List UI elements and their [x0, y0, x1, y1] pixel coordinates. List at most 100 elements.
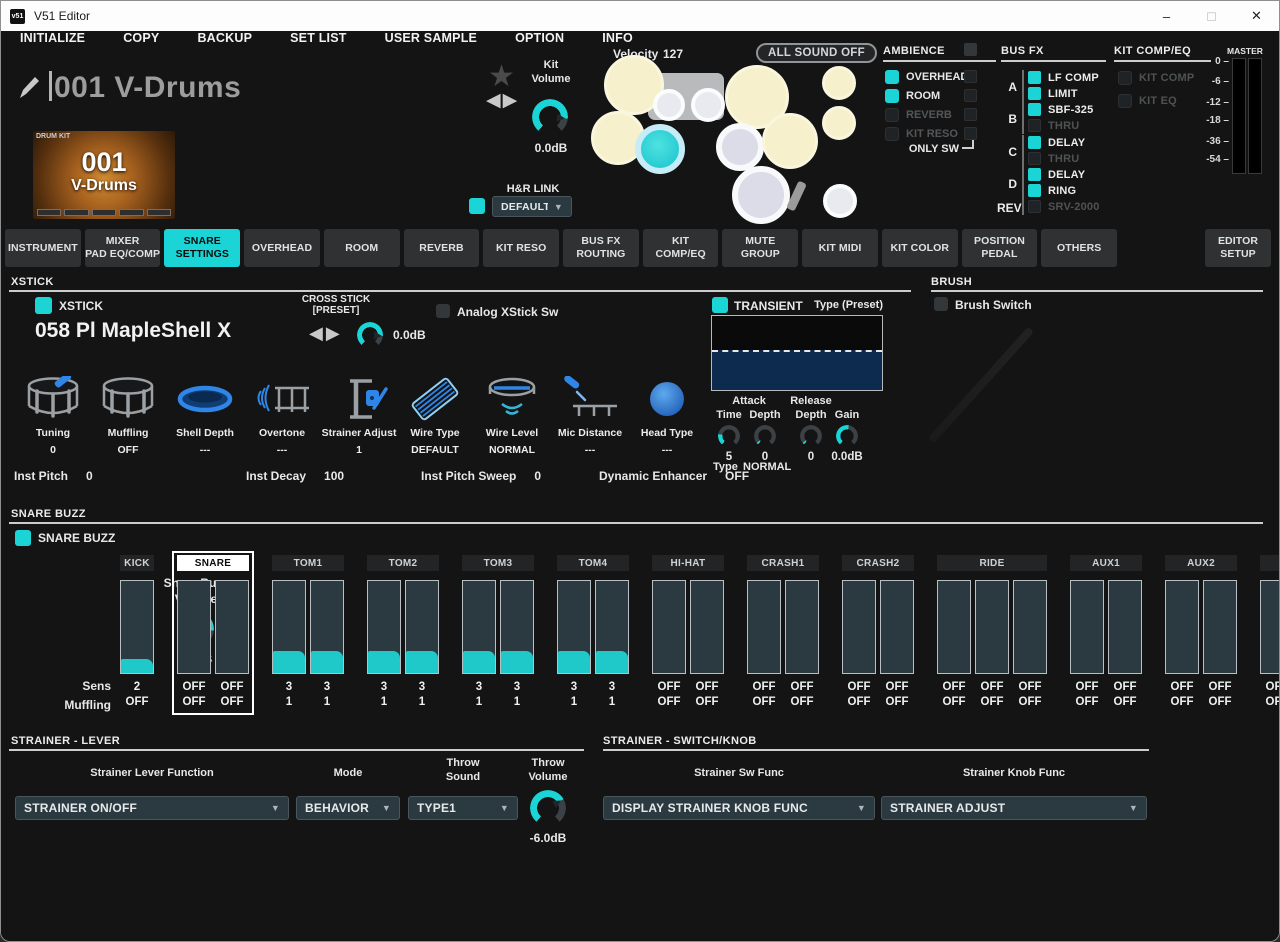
tab-snare-settings[interactable]: SNARE SETTINGS [164, 229, 241, 267]
ambience-room-checkbox[interactable] [885, 89, 899, 103]
snare-buzz-bar[interactable] [367, 580, 401, 674]
bus-fx-checkbox[interactable] [1028, 136, 1041, 149]
pad-kick[interactable] [732, 166, 790, 224]
menu-item-user-sample[interactable]: USER SAMPLE [366, 31, 497, 45]
ambience-overhead-checkbox[interactable] [885, 70, 899, 84]
hr-link-checkbox[interactable] [469, 198, 485, 214]
snare-buzz-sens-value[interactable]: 3 [272, 681, 306, 693]
snare-buzz-sens-value[interactable]: OFF [690, 681, 724, 693]
menu-item-copy[interactable]: COPY [104, 31, 178, 45]
tab-others[interactable]: OTHERS [1041, 229, 1118, 267]
snare-buzz-muffling-value[interactable]: OFF [1203, 696, 1237, 708]
pad-hihat-bottom[interactable] [691, 88, 725, 122]
snare-buzz-sens-value[interactable]: OFF [215, 681, 249, 693]
snare-buzz-muffling-value[interactable]: 1 [367, 696, 401, 708]
menu-item-option[interactable]: OPTION [496, 31, 583, 45]
minimize-button[interactable]: – [1144, 1, 1189, 31]
bus-fx-checkbox[interactable] [1028, 168, 1041, 181]
snare-buzz-sens-value[interactable]: 3 [500, 681, 534, 693]
kit-comp-eq-checkbox[interactable] [1118, 71, 1132, 85]
snare-buzz-muffling-value[interactable]: 1 [272, 696, 306, 708]
snare-buzz-sens-value[interactable]: OFF [1203, 681, 1237, 693]
transient-time-knob-0[interactable] [718, 425, 740, 447]
snare-buzz-bar[interactable] [1013, 580, 1047, 674]
xstick-checkbox[interactable] [35, 297, 52, 314]
ambience-header-checkbox[interactable] [964, 43, 977, 56]
tab-kit-color[interactable]: KIT COLOR [881, 229, 958, 267]
snare-buzz-sens-value[interactable]: OFF [1165, 681, 1199, 693]
snare-buzz-bar[interactable] [177, 580, 211, 674]
inst-param-head-type[interactable]: Head Type --- [628, 376, 706, 456]
bus-fx-checkbox[interactable] [1028, 103, 1041, 116]
menu-item-set-list[interactable]: SET LIST [271, 31, 365, 45]
pad-aux-2[interactable] [822, 106, 856, 140]
snare-buzz-bar[interactable] [1260, 580, 1279, 674]
menu-item-initialize[interactable]: INITIALIZE [1, 31, 104, 45]
kit-name[interactable]: 001 V-Drums [43, 71, 241, 105]
snare-buzz-bar[interactable] [215, 580, 249, 674]
snare-buzz-bar[interactable] [405, 580, 439, 674]
snare-buzz-bar[interactable] [785, 580, 819, 674]
snare-buzz-sens-value[interactable]: 3 [595, 681, 629, 693]
snare-buzz-sens-value[interactable]: OFF [652, 681, 686, 693]
edit-pencil-icon[interactable] [17, 75, 41, 101]
snare-buzz-sens-value[interactable]: OFF [937, 681, 971, 693]
snare-buzz-muffling-value[interactable]: 1 [405, 696, 439, 708]
snare-buzz-bar[interactable] [747, 580, 781, 674]
transient-gain-knob-3[interactable] [836, 425, 858, 447]
throw-sound-select[interactable]: TYPE1 ▼ [408, 796, 518, 820]
maximize-button[interactable]: ◻ [1189, 1, 1234, 31]
kit-prev-next-arrows[interactable]: ◀▶ [486, 89, 519, 112]
snare-buzz-muffling-value[interactable]: 1 [595, 696, 629, 708]
kit-volume-knob[interactable] [532, 99, 568, 135]
snare-buzz-sens-value[interactable]: OFF [975, 681, 1009, 693]
snare-buzz-bar[interactable] [652, 580, 686, 674]
snare-buzz-muffling-value[interactable]: OFF [690, 696, 724, 708]
snare-buzz-bar[interactable] [462, 580, 496, 674]
hr-link-select[interactable]: DEFAULT ▼ [492, 196, 572, 217]
cross-stick-volume-knob[interactable] [357, 322, 383, 348]
snare-buzz-sens-value[interactable]: 2 [120, 681, 154, 693]
pad-snare-selected[interactable] [635, 124, 685, 174]
tab-instrument[interactable]: INSTRUMENT [5, 229, 81, 267]
snare-buzz-sens-value[interactable]: 3 [557, 681, 591, 693]
tab-overhead[interactable]: OVERHEAD [244, 229, 320, 267]
throw-volume-knob[interactable] [530, 790, 566, 826]
bus-fx-checkbox[interactable] [1028, 71, 1041, 84]
cross-stick-arrows[interactable]: ◀▶ [309, 323, 343, 344]
snare-buzz-sens-value[interactable]: OFF [1070, 681, 1104, 693]
snare-buzz-bar[interactable] [1108, 580, 1142, 674]
snare-buzz-muffling-value[interactable]: 1 [310, 696, 344, 708]
snare-buzz-sens-value[interactable]: OFF [1013, 681, 1047, 693]
kit-thumbnail[interactable]: DRUM KIT 001 V-Drums [33, 131, 175, 219]
snare-buzz-muffling-value[interactable]: OFF [120, 696, 154, 708]
snare-buzz-sens-value[interactable]: OFF [785, 681, 819, 693]
snare-buzz-muffling-value[interactable]: OFF [975, 696, 1009, 708]
menu-item-info[interactable]: INFO [583, 31, 652, 45]
bus-fx-checkbox[interactable] [1028, 152, 1041, 165]
snare-buzz-muffling-value[interactable]: OFF [842, 696, 876, 708]
snare-buzz-muffling-value[interactable]: OFF [177, 696, 211, 708]
bus-fx-checkbox[interactable] [1028, 119, 1041, 132]
snare-buzz-bar[interactable] [975, 580, 1009, 674]
close-button[interactable]: ✕ [1234, 1, 1279, 31]
bus-fx-checkbox[interactable] [1028, 200, 1041, 213]
snare-buzz-muffling-value[interactable]: 1 [462, 696, 496, 708]
pad-hihat-top[interactable] [653, 89, 685, 121]
ambience-room-sw-checkbox[interactable] [964, 89, 977, 102]
snare-buzz-bar[interactable] [1165, 580, 1199, 674]
snare-buzz-sens-value[interactable]: 3 [367, 681, 401, 693]
snare-buzz-muffling-value[interactable]: OFF [1260, 696, 1280, 708]
snare-buzz-muffling-value[interactable]: OFF [747, 696, 781, 708]
snare-buzz-sens-value[interactable]: OFF [1108, 681, 1142, 693]
ambience-kit-reso-sw-checkbox[interactable] [964, 127, 977, 140]
snare-buzz-bar[interactable] [310, 580, 344, 674]
ambience-kit-reso-checkbox[interactable] [885, 127, 899, 141]
tab-kit-comp-eq[interactable]: KIT COMP/EQ [642, 229, 719, 267]
tab-mute-group[interactable]: MUTE GROUP [722, 229, 799, 267]
ambience-overhead-sw-checkbox[interactable] [964, 70, 977, 83]
analog-xstick-checkbox[interactable] [436, 304, 450, 318]
inst-param-mic-distance[interactable]: Mic Distance --- [551, 376, 629, 456]
ambience-reverb-sw-checkbox[interactable] [964, 108, 977, 121]
strainer-knob-func-select[interactable]: STRAINER ADJUST ▼ [881, 796, 1147, 820]
